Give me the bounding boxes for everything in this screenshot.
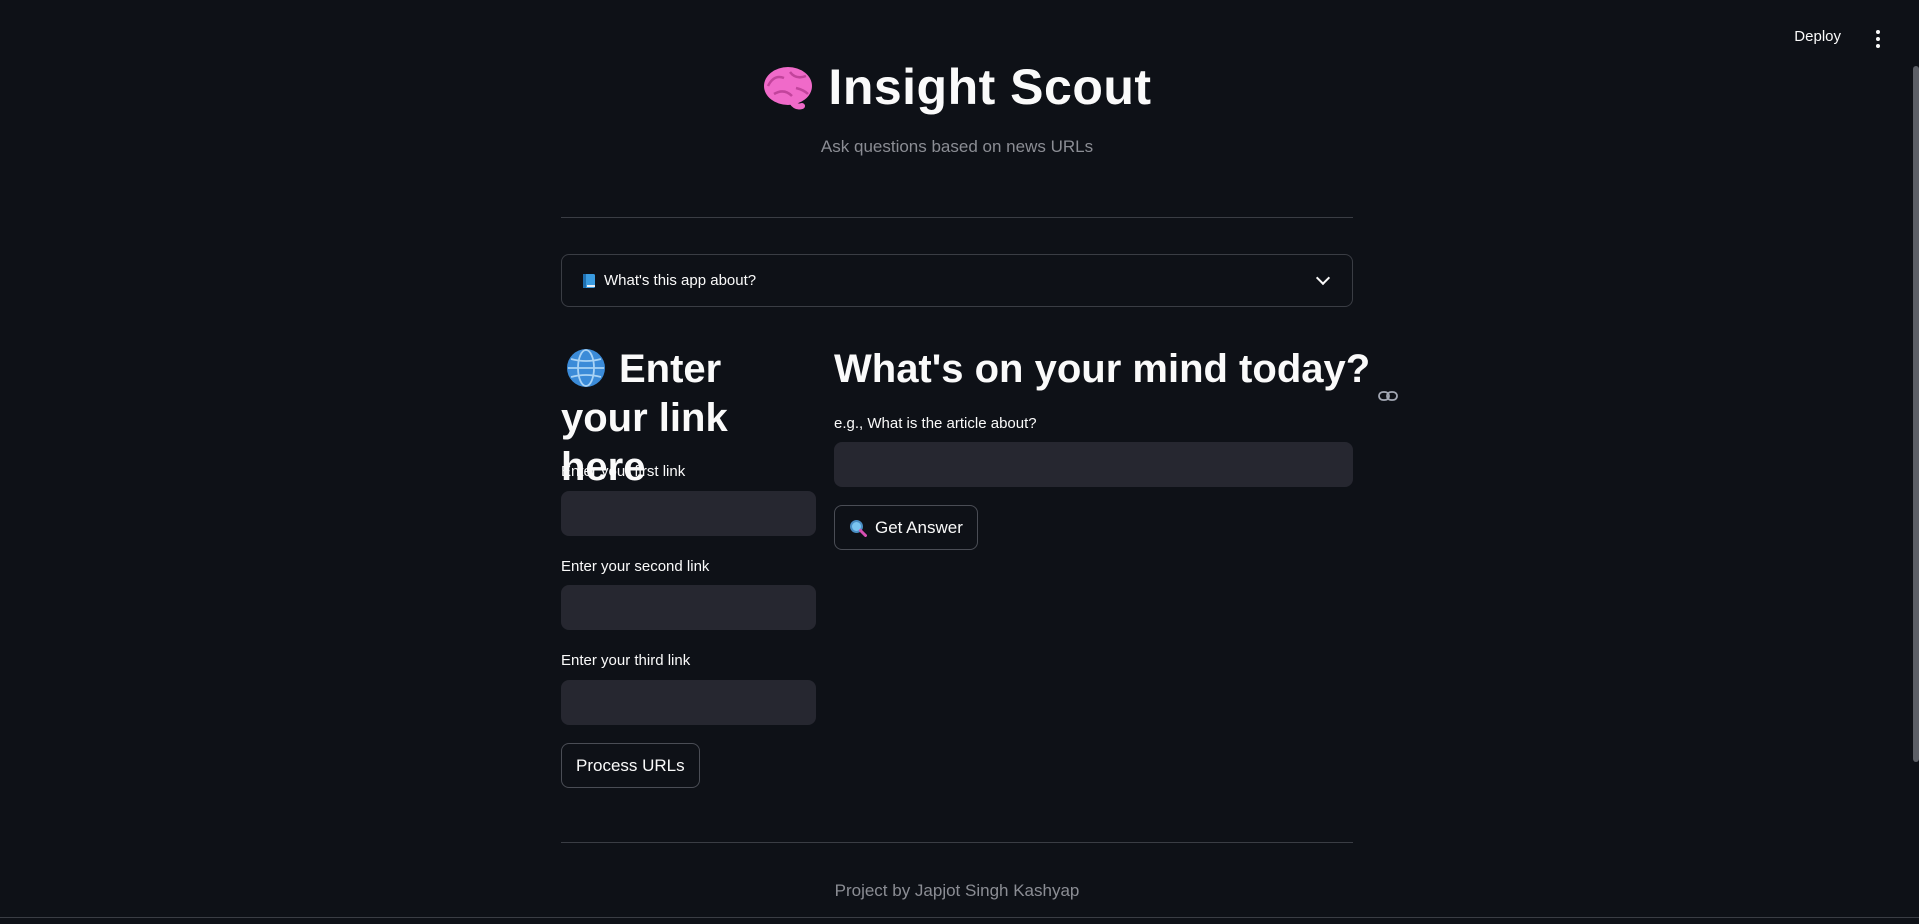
page-title: Insight Scout xyxy=(828,59,1152,115)
first-link-input[interactable] xyxy=(561,491,816,536)
question-heading: What's on your mind today? xyxy=(834,345,1399,402)
page-subtitle: Ask questions based on news URLs xyxy=(820,137,1094,156)
links-column: Enter your link here Enter your first li… xyxy=(561,345,816,788)
process-urls-button[interactable]: Process URLs xyxy=(561,743,700,788)
blue-book-icon xyxy=(582,273,596,289)
chevron-down-icon xyxy=(1315,270,1331,286)
second-link-input[interactable] xyxy=(561,585,816,630)
scrollbar[interactable] xyxy=(1913,66,1919,762)
deploy-button[interactable]: Deploy xyxy=(1794,28,1841,45)
footer-credit: Project by Japjot Singh Kashyap xyxy=(834,881,1080,900)
get-answer-button[interactable]: Get Answer xyxy=(834,505,978,550)
question-input-label: e.g., What is the article about? xyxy=(834,415,1037,432)
second-link-label: Enter your second link xyxy=(561,558,710,575)
get-answer-label: Get Answer xyxy=(875,517,963,537)
question-heading-text: What's on your mind today? xyxy=(834,347,1371,391)
kebab-menu-icon[interactable] xyxy=(1875,30,1881,48)
page-header: Insight Scout xyxy=(561,58,1353,116)
brain-icon xyxy=(762,64,814,110)
third-link-input[interactable] xyxy=(561,680,816,725)
link-icon[interactable] xyxy=(1378,365,1399,402)
third-link-label: Enter your third link xyxy=(561,652,691,669)
question-column: What's on your mind today? e.g., What is… xyxy=(834,345,1399,550)
magnifying-glass-icon xyxy=(849,519,867,537)
top-divider xyxy=(561,217,1353,218)
first-link-label: Enter your first link xyxy=(561,463,686,480)
window-bottom-edge xyxy=(0,917,1919,918)
question-input[interactable] xyxy=(834,442,1353,487)
expander-label: What's this app about? xyxy=(604,272,757,289)
bottom-divider xyxy=(561,842,1353,843)
top-toolbar: Deploy xyxy=(0,0,1919,60)
about-expander[interactable]: What's this app about? xyxy=(561,254,1353,307)
globe-icon xyxy=(567,349,605,387)
